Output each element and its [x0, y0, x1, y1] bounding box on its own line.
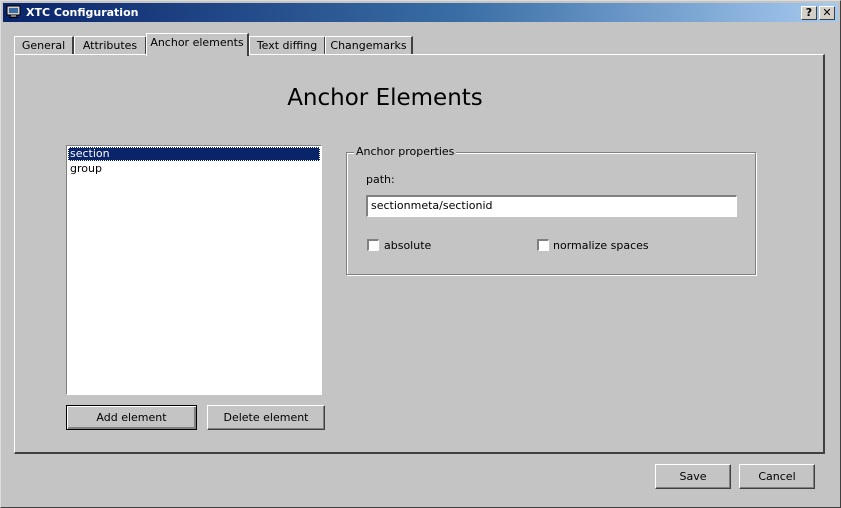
window-title: XTC Configuration [26, 6, 139, 19]
close-button[interactable]: ✕ [819, 6, 835, 20]
tab-changemarks[interactable]: Changemarks [325, 36, 413, 55]
list-item-section[interactable]: section [68, 147, 320, 161]
normalize-spaces-checkbox[interactable] [537, 239, 549, 251]
list-item-group[interactable]: group [68, 162, 320, 176]
tab-attributes[interactable]: Attributes [74, 36, 147, 55]
save-button[interactable]: Save [655, 464, 731, 489]
path-label: path: [366, 173, 395, 186]
add-element-button[interactable]: Add element [66, 405, 197, 430]
tab-text-diffing[interactable]: Text diffing [249, 36, 326, 55]
absolute-label: absolute [384, 239, 432, 252]
monitor-icon [6, 5, 21, 18]
normalize-spaces-label: normalize spaces [553, 239, 649, 252]
absolute-checkbox[interactable] [367, 239, 379, 251]
close-icon: ✕ [822, 6, 832, 19]
title-bar[interactable]: XTC Configuration ? ✕ [3, 3, 838, 22]
path-input[interactable]: sectionmeta/sectionid [366, 195, 737, 217]
help-button[interactable]: ? [801, 6, 817, 20]
delete-element-button[interactable]: Delete element [207, 405, 325, 430]
anchor-element-list[interactable]: section group [66, 145, 322, 395]
cancel-button[interactable]: Cancel [739, 464, 815, 489]
anchor-properties-title: Anchor properties [354, 145, 457, 159]
page-title: Anchor Elements [287, 85, 483, 111]
tab-general[interactable]: General [14, 36, 74, 55]
tab-anchor-elements[interactable]: Anchor elements [146, 33, 249, 56]
